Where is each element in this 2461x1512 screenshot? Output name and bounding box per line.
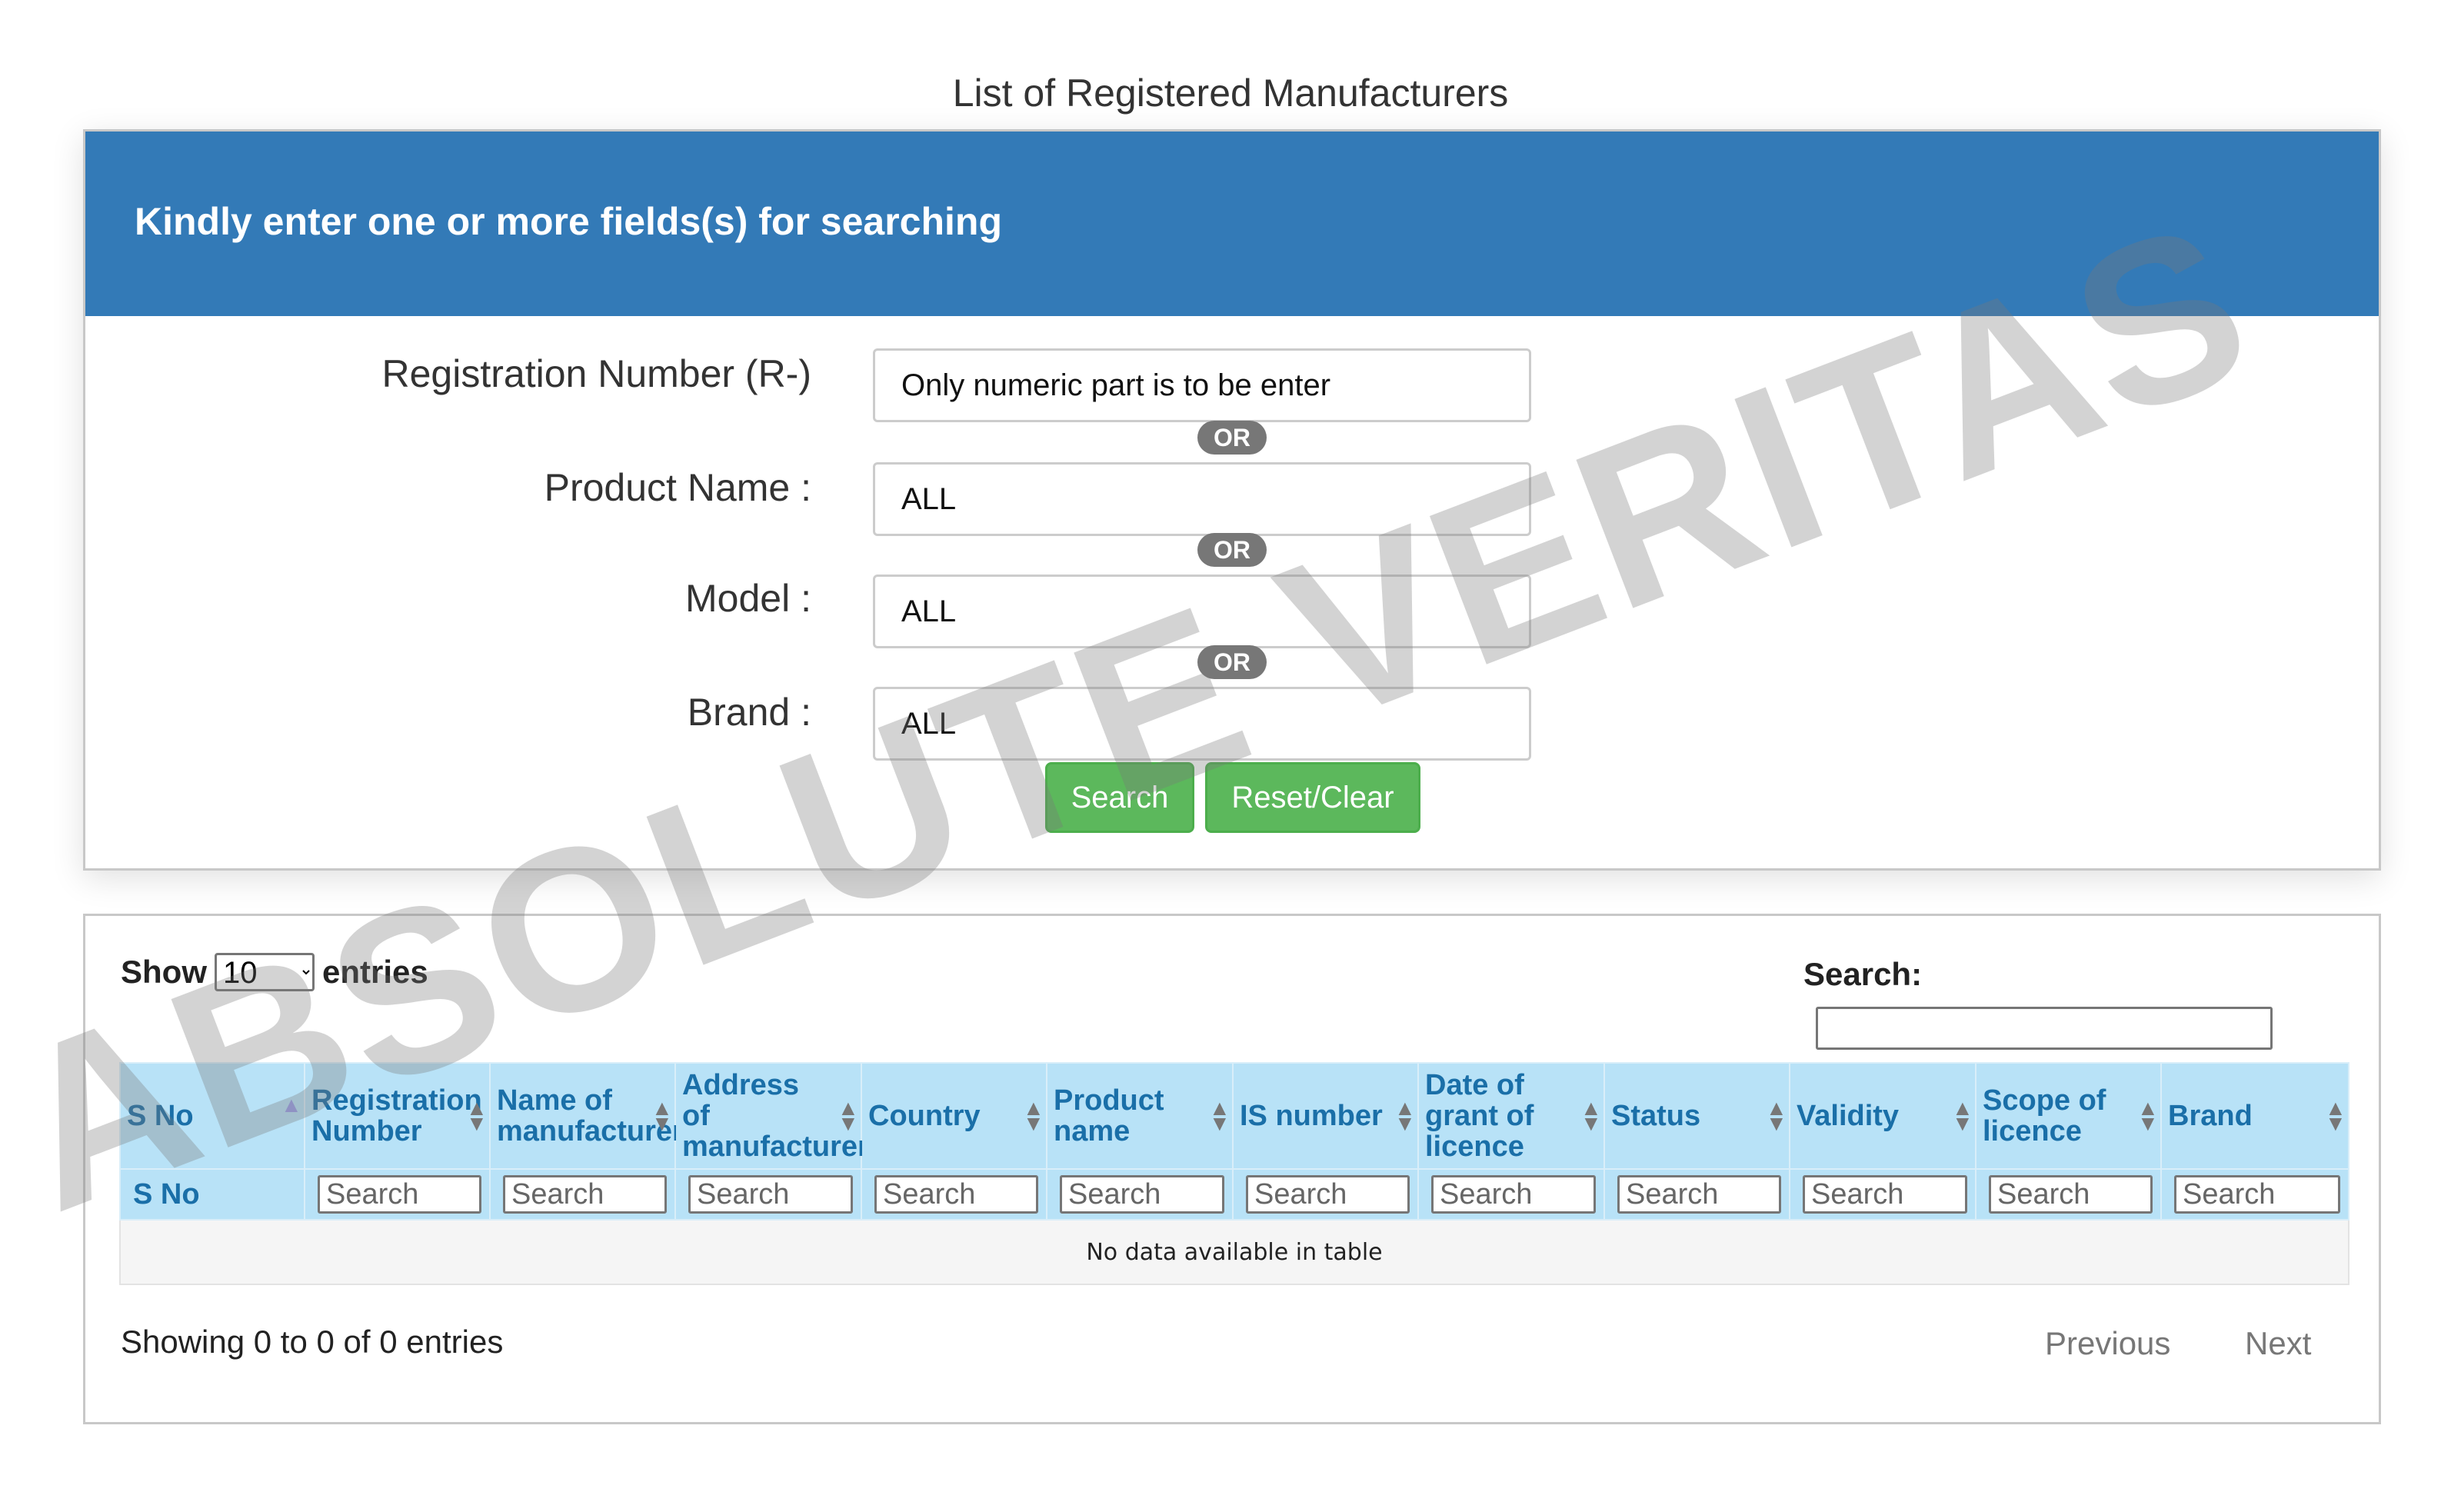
column-header-product-name[interactable]: Product name ▲ ▼ [1046, 1062, 1234, 1170]
brand-input[interactable] [873, 687, 1531, 761]
sort-ascending-icon: ▲ [281, 1093, 302, 1117]
page-length-select[interactable]: 10 [215, 953, 315, 991]
entries-label: entries [322, 954, 428, 990]
search-panel: Kindly enter one or more fields(s) for s… [83, 129, 2381, 871]
column-header-brand[interactable]: Brand ▲ ▼ [2160, 1062, 2349, 1170]
column-header-label: Validity [1797, 1100, 1900, 1132]
validity-filter-input[interactable] [1803, 1175, 1967, 1214]
filter-cell [1417, 1168, 1605, 1221]
column-filter-row: S No [119, 1168, 2349, 1221]
manufacturer-name-filter-input[interactable] [503, 1175, 667, 1214]
filter-cell [2160, 1168, 2349, 1221]
column-header-is-number[interactable]: IS number ▲ ▼ [1232, 1062, 1419, 1170]
column-header-registration-number[interactable]: Registration Number ▲ ▼ [304, 1062, 491, 1170]
previous-page-button[interactable]: Previous [2045, 1325, 2170, 1362]
results-panel: Show 10 entries Search: S No ▲ Registrati… [83, 914, 2381, 1424]
filter-cell [1046, 1168, 1234, 1221]
column-header-label: Country [868, 1100, 981, 1132]
or-badge: OR [1197, 645, 1267, 679]
sort-icon: ▲ ▼ [1023, 1096, 1044, 1135]
sort-icon: ▲ ▼ [651, 1096, 673, 1135]
search-button[interactable]: Search [1045, 762, 1194, 833]
filter-cell [861, 1168, 1047, 1221]
product-name-input[interactable] [873, 462, 1531, 536]
filter-cell [674, 1168, 862, 1221]
page-length-control: Show 10 entries [121, 953, 428, 991]
column-header-scope-of-licence[interactable]: Scope of licence ▲ ▼ [1975, 1062, 2162, 1170]
model-label: Model : [685, 577, 811, 620]
filter-cell [1232, 1168, 1419, 1221]
sort-icon: ▲ ▼ [1580, 1096, 1602, 1135]
filter-cell [1975, 1168, 2162, 1221]
table-header-row: S No ▲ Registration Number ▲ ▼ Name of manu… [119, 1062, 2349, 1170]
empty-table-message: No data available in table [119, 1219, 2349, 1285]
or-badge: OR [1197, 421, 1267, 455]
table-row: No data available in table [119, 1219, 2349, 1285]
table-info: Showing 0 to 0 of 0 entries [121, 1324, 504, 1360]
column-header-label: Brand [2168, 1100, 2253, 1132]
address-filter-input[interactable] [688, 1175, 853, 1214]
brand-label: Brand : [687, 691, 811, 734]
product-name-filter-input[interactable] [1060, 1175, 1224, 1214]
is-number-filter-input[interactable] [1246, 1175, 1410, 1214]
filter-s-no-label: S No [133, 1177, 200, 1211]
column-header-label: Status [1611, 1100, 1701, 1132]
sort-icon: ▲ ▼ [838, 1096, 859, 1135]
column-header-label: S No [127, 1100, 194, 1132]
filter-cell-s-no: S No [119, 1168, 305, 1221]
sort-icon: ▲ ▼ [1394, 1096, 1416, 1135]
date-of-grant-filter-input[interactable] [1431, 1175, 1596, 1214]
sort-icon: ▲ ▼ [1766, 1096, 1787, 1135]
next-page-button[interactable]: Next [2245, 1325, 2311, 1362]
search-panel-header: Kindly enter one or more fields(s) for s… [85, 132, 2379, 316]
filter-cell [489, 1168, 676, 1221]
column-header-label: Registration Number [311, 1084, 482, 1147]
registration-number-label: Registration Number (R-) [381, 352, 811, 395]
page-title: List of Registered Manufacturers [952, 72, 1509, 115]
manufacturers-table: S No ▲ Registration Number ▲ ▼ Name of manu… [119, 1062, 2349, 1285]
search-panel-heading: Kindly enter one or more fields(s) for s… [135, 200, 1003, 243]
filter-cell [1603, 1168, 1790, 1221]
sort-icon: ▲ ▼ [1952, 1096, 1973, 1135]
global-search-input[interactable] [1816, 1007, 2273, 1050]
status-filter-input[interactable] [1617, 1175, 1781, 1214]
registration-number-input[interactable] [873, 348, 1531, 422]
column-header-name-of-manufacturer[interactable]: Name of manufacturer ▲ ▼ [489, 1062, 684, 1170]
product-name-label: Product Name : [544, 466, 811, 509]
column-header-label: Date of grant of licence [1425, 1069, 1534, 1163]
registration-number-filter-input[interactable] [318, 1175, 481, 1214]
sort-icon: ▲ ▼ [466, 1096, 488, 1135]
column-header-s-no[interactable]: S No ▲ [119, 1062, 305, 1170]
sort-icon: ▲ ▼ [2325, 1096, 2346, 1135]
brand-filter-input[interactable] [2174, 1175, 2340, 1214]
reset-clear-button[interactable]: Reset/Clear [1205, 762, 1420, 833]
column-header-date-of-grant[interactable]: Date of grant of licence ▲ ▼ [1417, 1062, 1605, 1170]
filter-cell [304, 1168, 491, 1221]
show-label: Show [121, 954, 207, 990]
sort-icon: ▲ ▼ [2137, 1096, 2159, 1135]
column-header-status[interactable]: Status ▲ ▼ [1603, 1062, 1790, 1170]
column-header-label: IS number [1240, 1100, 1383, 1132]
sort-icon: ▲ ▼ [1209, 1096, 1230, 1135]
global-search-label: Search: [1803, 956, 1923, 992]
column-header-label: Product name [1054, 1084, 1164, 1147]
column-header-address-of-manufacturer[interactable]: Address of manufacturer ▲ ▼ [674, 1062, 869, 1170]
country-filter-input[interactable] [874, 1175, 1038, 1214]
model-input[interactable] [873, 574, 1531, 648]
or-badge: OR [1197, 533, 1267, 567]
column-header-country[interactable]: Country ▲ ▼ [861, 1062, 1047, 1170]
column-header-validity[interactable]: Validity ▲ ▼ [1789, 1062, 1976, 1170]
column-header-label: Scope of licence [1983, 1084, 2106, 1147]
scope-filter-input[interactable] [1989, 1175, 2153, 1214]
filter-cell [1789, 1168, 1976, 1221]
